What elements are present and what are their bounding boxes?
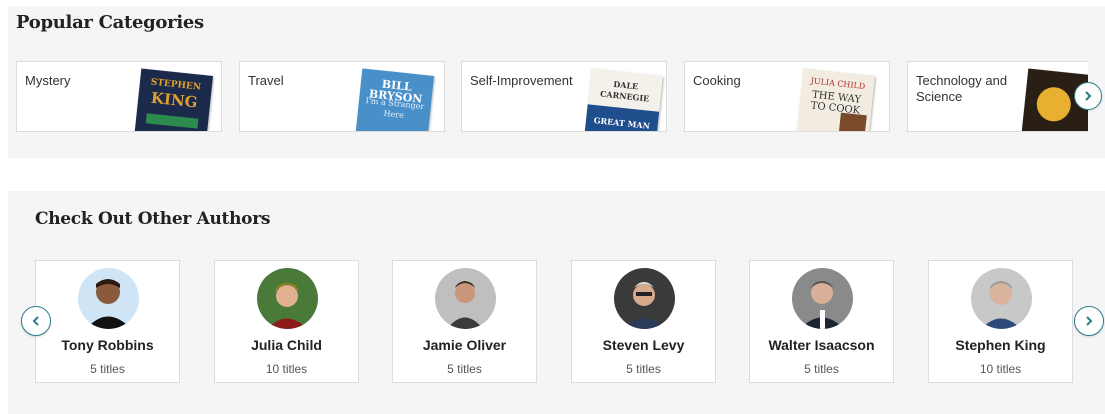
authors-prev-button[interactable] <box>21 306 51 336</box>
avatar <box>257 268 318 329</box>
book-cover-image: STEPHEN KING <box>133 68 213 131</box>
category-label: Cooking <box>693 73 741 88</box>
avatar <box>614 268 675 329</box>
author-card[interactable]: Tony Robbins 5 titles <box>35 260 180 383</box>
category-label: Technology and Science <box>916 73 1008 104</box>
category-label: Travel <box>248 73 284 88</box>
book-cover-author: DALE CARNEGIE <box>599 78 650 104</box>
popular-categories-section: Popular Categories Mystery STEPHEN KING … <box>8 6 1105 158</box>
author-name: Julia Child <box>251 337 322 353</box>
author-card[interactable]: Stephen King 10 titles <box>928 260 1073 383</box>
category-card-cooking[interactable]: Cooking JULIA CHILD THE WAY TO COOK <box>684 61 890 132</box>
category-card-travel[interactable]: Travel BILL BRYSON I'm a Stranger Here <box>239 61 445 132</box>
author-name: Walter Isaacson <box>768 337 875 353</box>
author-name: Tony Robbins <box>61 337 154 353</box>
other-authors-section: Check Out Other Authors Tony Robbins 5 t… <box>8 191 1105 414</box>
book-cover-image: DALE CARNEGIE GREAT MAN <box>583 68 663 131</box>
author-card[interactable]: Julia Child 10 titles <box>214 260 359 383</box>
author-title-count: 5 titles <box>90 362 125 376</box>
authors-next-button[interactable] <box>1074 306 1104 336</box>
chevron-right-icon <box>1085 91 1092 101</box>
category-card-self-improvement[interactable]: Self-Improvement DALE CARNEGIE GREAT MAN <box>461 61 667 132</box>
author-name: Stephen King <box>955 337 1046 353</box>
author-card[interactable]: Walter Isaacson 5 titles <box>749 260 894 383</box>
author-card[interactable]: Steven Levy 5 titles <box>571 260 716 383</box>
book-cover-image: JULIA CHILD THE WAY TO COOK <box>795 68 875 131</box>
author-title-count: 10 titles <box>979 362 1022 376</box>
chevron-right-icon <box>1086 316 1093 326</box>
author-title-count: 5 titles <box>626 362 661 376</box>
author-title-count: 5 titles <box>804 362 839 376</box>
categories-carousel: Mystery STEPHEN KING Travel BILL BRYSON … <box>16 61 1088 133</box>
author-name: Jamie Oliver <box>422 337 507 353</box>
category-card-mystery[interactable]: Mystery STEPHEN KING <box>16 61 222 132</box>
avatar <box>971 268 1032 329</box>
author-title-count: 5 titles <box>447 362 482 376</box>
author-title-count: 10 titles <box>265 362 308 376</box>
category-label: Mystery <box>25 73 71 88</box>
avatar <box>792 268 853 329</box>
author-card[interactable]: Jamie Oliver 5 titles <box>392 260 537 383</box>
book-cover-title: THE WAY TO COOK <box>810 89 862 117</box>
categories-heading: Popular Categories <box>16 12 204 33</box>
categories-next-button[interactable] <box>1074 82 1102 110</box>
category-label: Self-Improvement <box>470 73 573 88</box>
author-name: Steven Levy <box>602 337 685 353</box>
chevron-left-icon <box>32 316 39 326</box>
avatar <box>78 268 139 329</box>
book-cover-image: BILL BRYSON I'm a Stranger Here <box>354 68 434 131</box>
avatar <box>435 268 496 329</box>
authors-heading: Check Out Other Authors <box>35 209 271 229</box>
category-card-technology-and-science[interactable]: Technology and Science <box>907 61 1088 132</box>
